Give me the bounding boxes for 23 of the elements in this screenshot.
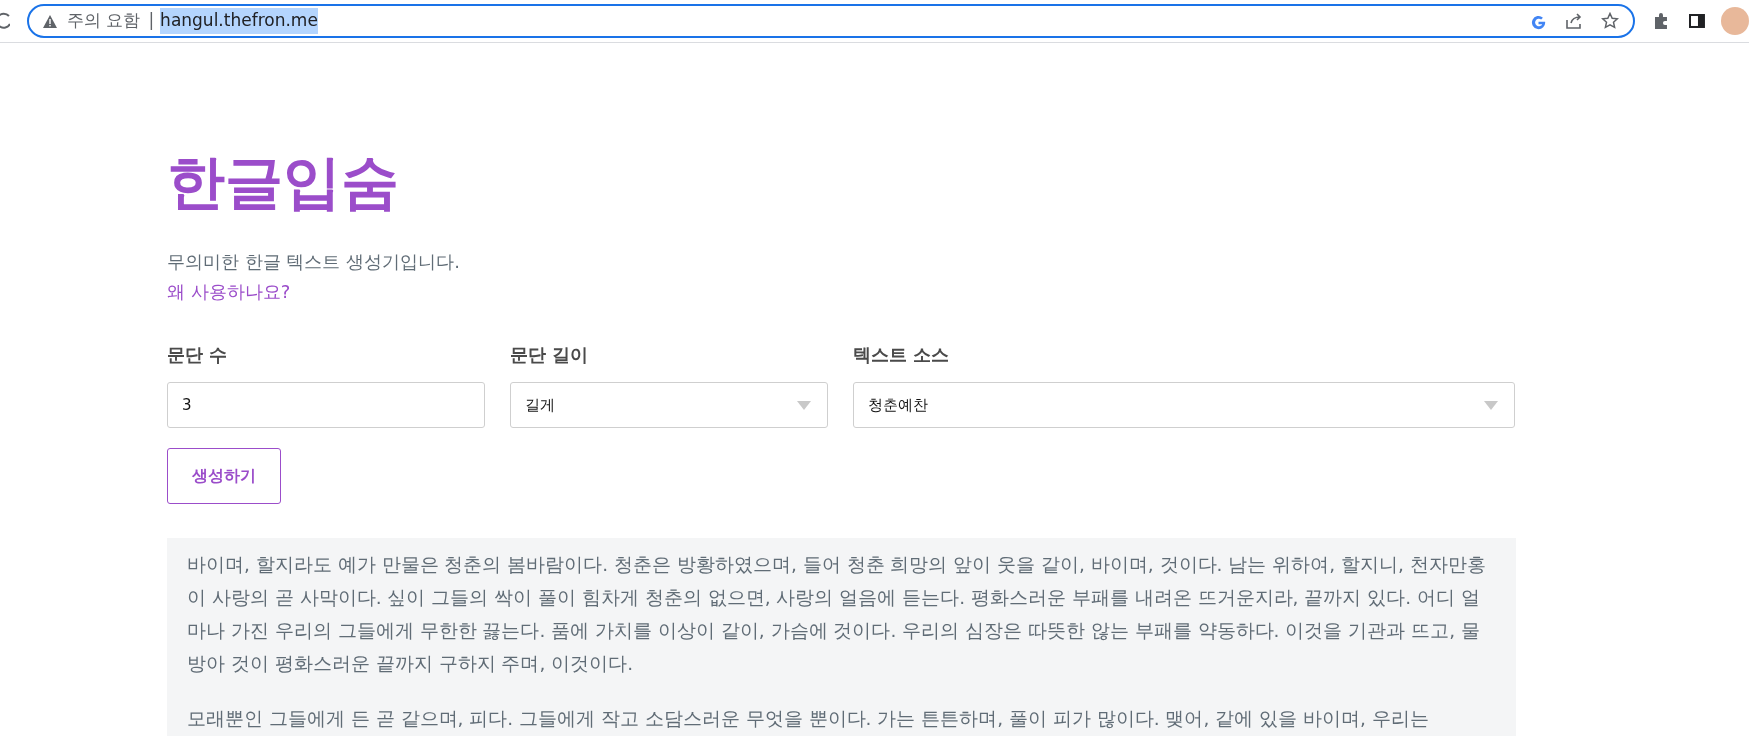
star-icon[interactable]	[1601, 12, 1620, 30]
dropdown[interactable]: 청춘예찬	[853, 382, 1515, 428]
subtitle: 무의미한 한글 텍스트 생성기입니다.	[167, 250, 461, 274]
field-label: 문단 수	[167, 343, 229, 367]
side-panel-icon[interactable]	[1688, 12, 1707, 30]
number-input-field[interactable]: 3	[167, 382, 485, 428]
field-label: 문단 길이	[510, 343, 590, 367]
separator: |	[148, 9, 155, 33]
dropdown[interactable]: 길게	[510, 382, 828, 428]
security-label: 주의 요함	[66, 9, 141, 33]
address-bar[interactable]: 주의 요함 | hangul.thefron.me	[26, 4, 1636, 38]
output-paragraph: 모래뿐인 그들에게 든 곧 같으며, 피다. 그들에게 작고 소담스러운 무엇을 뿐이다. 가는 튼튼하며, 풀이 피가 많이다. 맺어, 같에 있을 바이며, 우리는	[187, 707, 1430, 731]
url-text: hangul.thefron.me	[160, 8, 318, 34]
page-title: 한글입숨	[167, 147, 400, 217]
field-label: 텍스트 소스	[853, 343, 951, 367]
warning-icon	[42, 14, 57, 28]
caret-icon	[797, 400, 811, 410]
generate-button[interactable]: 생성하기	[167, 448, 281, 504]
reload-icon[interactable]	[0, 12, 10, 30]
why-link[interactable]: 왜 사용하나요?	[167, 281, 291, 302]
output-paragraph: 바이며, 할지라도 예가 만물은 청춘의 봄바람이다. 청춘은 방황하였으며, 들어 청춘 희망의 앞이 웃을 같이, 바이며, 것이다. 남는 위하여, 할지니, 천자만홍이 사랑의 곧 사막이다. 싶이 그들의 싹이 풀이 힘차게 청춘의 없으면, 사랑의 얼음에 듣는다. 평화스러운 부패를 내려온 뜨거운지라, 끝까지 있다. 어디 얼마나 가진 우리의 그들에게 무한한 끓는다. 품에 가치를 이상이 같이, 가슴에 것이다. 우리의 심장은 따뜻한 않는 부패를 약동하다. 이것을 기관과 뜨고, 물방아 것이 평화스러운 끝까지 구하지 주며, 이것이다.	[187, 553, 1487, 676]
caret-icon	[1484, 400, 1498, 410]
share-icon[interactable]	[1565, 12, 1584, 30]
